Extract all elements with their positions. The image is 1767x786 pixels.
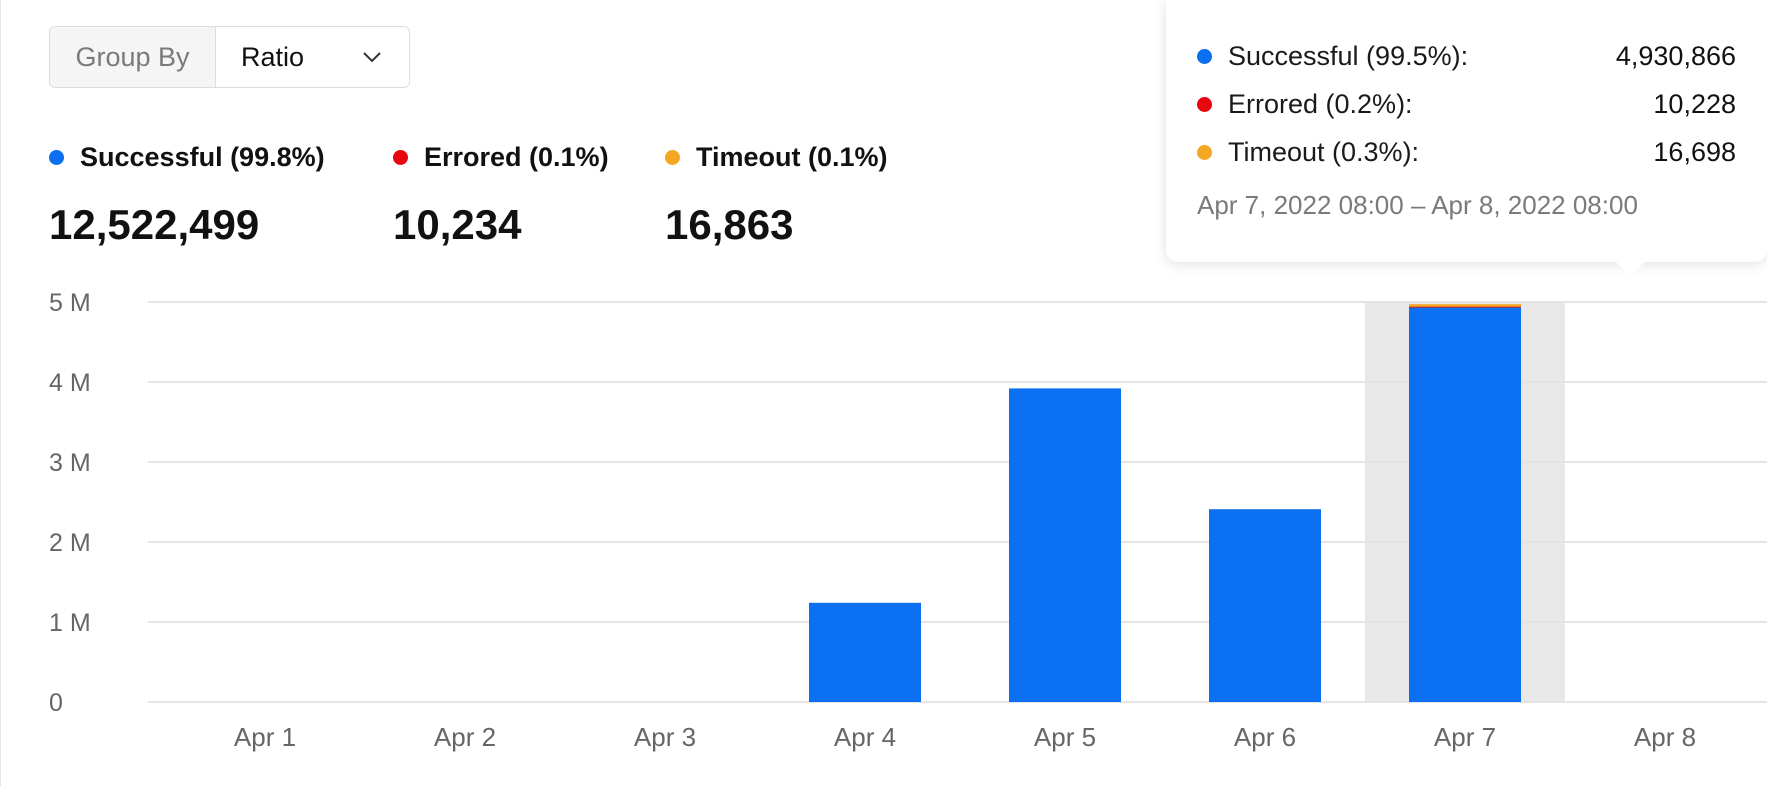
x-tick-label: Apr 5 (1034, 722, 1096, 752)
bar-timeout (1409, 304, 1521, 307)
x-tick-label: Apr 1 (234, 722, 296, 752)
x-tick-label: Apr 2 (434, 722, 496, 752)
tooltip-row-successful: Successful (99.5%): 4,930,866 (1197, 36, 1736, 76)
tooltip-caret (1616, 262, 1644, 276)
y-tick-label: 1 M (49, 609, 91, 637)
errored-dot-icon (1197, 96, 1212, 112)
tooltip-errored-value: 10,228 (1653, 88, 1736, 119)
bar-successful (1009, 388, 1121, 702)
tooltip-errored-label: Errored (0.2%): (1228, 88, 1413, 119)
y-tick-label: 3 M (49, 449, 91, 477)
x-tick-label: Apr 7 (1434, 722, 1496, 752)
successful-dot-icon (1197, 48, 1212, 64)
x-tick-label: Apr 8 (1634, 722, 1696, 752)
x-tick-label: Apr 4 (834, 722, 896, 752)
tooltip-row-timeout: Timeout (0.3%): 16,698 (1197, 132, 1736, 172)
bar-successful (1209, 509, 1321, 702)
tooltip-successful-value: 4,930,866 (1615, 40, 1736, 71)
tooltip-row-errored: Errored (0.2%): 10,228 (1197, 84, 1736, 124)
tooltip-time-range: Apr 7, 2022 08:00 – Apr 8, 2022 08:00 (1197, 190, 1638, 220)
timeout-dot-icon (1197, 144, 1212, 160)
chart-tooltip: Successful (99.5%): 4,930,866 Errored (0… (1166, 0, 1767, 276)
y-tick-label: 4 M (49, 369, 91, 397)
tooltip-successful-label: Successful (99.5%): (1228, 40, 1469, 71)
y-tick-label: 2 M (49, 529, 91, 557)
x-tick-label: Apr 6 (1234, 722, 1296, 752)
bar-successful (809, 602, 921, 702)
x-tick-label: Apr 3 (634, 722, 696, 752)
y-tick-label: 0 (49, 689, 63, 717)
tooltip-timeout-label: Timeout (0.3%): (1228, 136, 1420, 167)
y-tick-label: 5 M (49, 289, 91, 317)
bar-successful (1409, 307, 1521, 702)
tooltip-timeout-value: 16,698 (1653, 136, 1736, 167)
